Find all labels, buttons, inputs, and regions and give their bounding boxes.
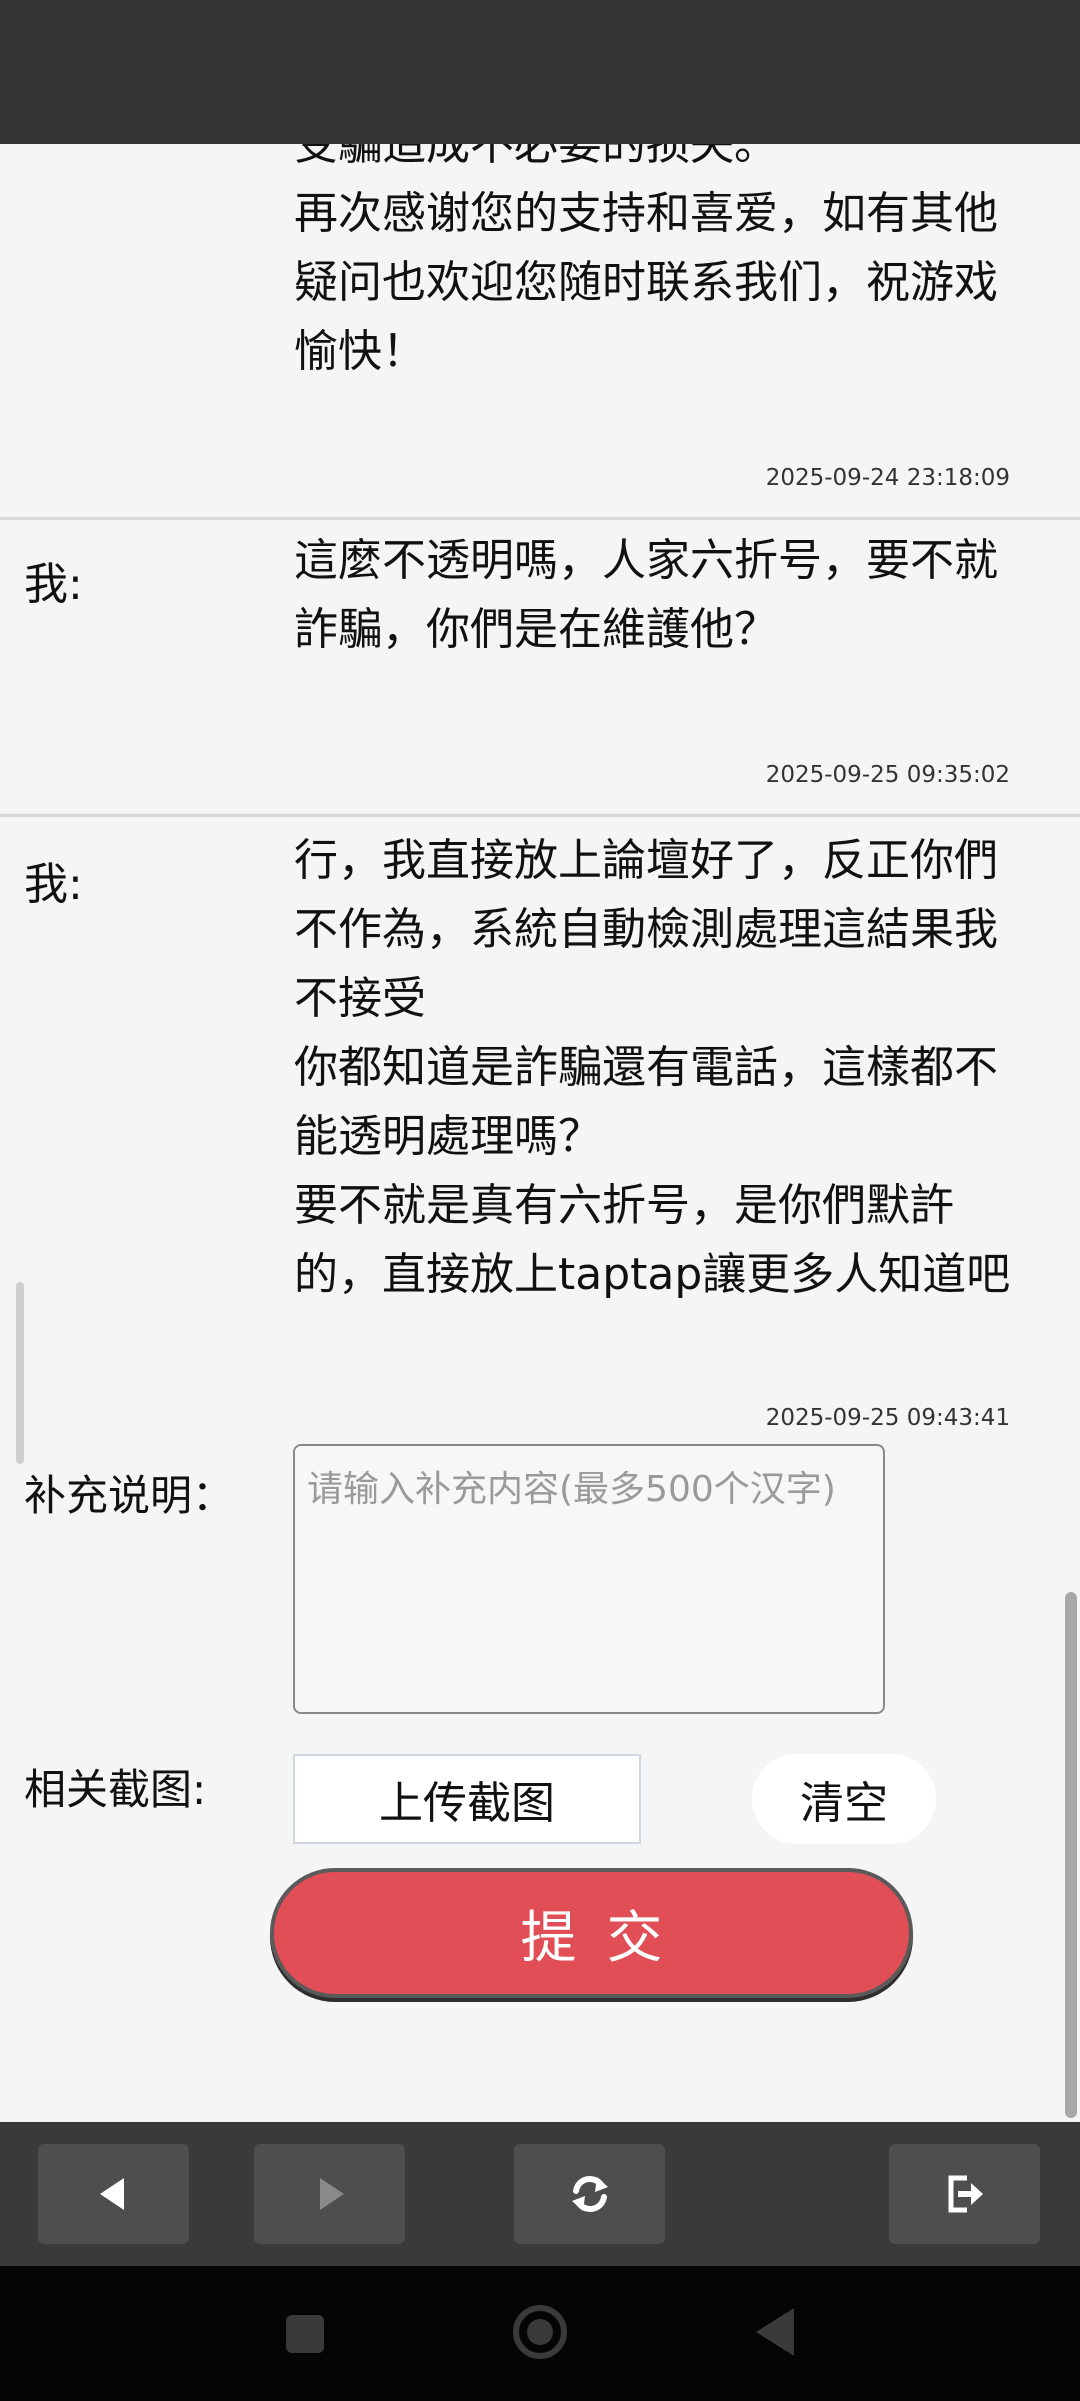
forward-arrow-icon bbox=[319, 2178, 344, 2210]
message-text: 行，我直接放上論壇好了，反正你們 不作為，系統自動檢測處理這結果我 不接受 你都… bbox=[294, 835, 1011, 1300]
back-button[interactable] bbox=[38, 2144, 189, 2244]
message-text: 再次感谢您的支持和喜爱，如有其他 疑问也欢迎您随时联系我们，祝游戏 愉快！ bbox=[294, 188, 998, 377]
supplement-label: 补充说明： bbox=[24, 1471, 235, 1520]
message-partial-line: 受騙造成不必要的损失。 bbox=[294, 144, 778, 170]
message-time: 2025-09-25 09:43:41 bbox=[765, 1405, 1010, 1431]
triangle-back-icon bbox=[756, 2308, 794, 2356]
message-sender: 我: bbox=[24, 559, 83, 610]
message-1: 受騙造成不必要的损失。 再次感谢您的支持和喜爱，如有其他 疑问也欢迎您随时联系我… bbox=[0, 144, 1080, 519]
system-back-button[interactable] bbox=[740, 2301, 810, 2363]
screenshot-label: 相关截图: bbox=[24, 1765, 207, 1814]
refresh-button[interactable] bbox=[514, 2144, 665, 2244]
message-3: 我: 行，我直接放上論壇好了，反正你們 不作為，系統自動檢測處理這結果我 不接受… bbox=[0, 817, 1080, 1447]
square-icon bbox=[286, 2315, 324, 2353]
supplement-textarea[interactable]: 请输入补充内容(最多500个汉字) bbox=[293, 1444, 885, 1714]
conversation-content[interactable]: 受騙造成不必要的损失。 再次感谢您的支持和喜爱，如有其他 疑问也欢迎您随时联系我… bbox=[0, 144, 1080, 2122]
recents-button[interactable] bbox=[270, 2304, 340, 2364]
status-bar bbox=[0, 0, 1080, 144]
exit-button[interactable] bbox=[889, 2144, 1040, 2244]
clear-button[interactable]: 清空 bbox=[752, 1754, 936, 1844]
bottom-toolbar bbox=[0, 2122, 1080, 2266]
forward-button[interactable] bbox=[254, 2144, 405, 2244]
message-2: 我: 這麼不透明嗎，人家六折号，要不就 詐騙，你們是在維護他？ 2025-09-… bbox=[0, 520, 1080, 816]
exit-icon bbox=[948, 2175, 983, 2213]
refresh-icon bbox=[571, 2175, 608, 2213]
message-time: 2025-09-24 23:18:09 bbox=[765, 465, 1010, 491]
page-scrollbar[interactable] bbox=[1065, 1592, 1077, 2118]
message-time: 2025-09-25 09:35:02 bbox=[765, 762, 1010, 788]
message-text: 這麼不透明嗎，人家六折号，要不就 詐騙，你們是在維護他？ bbox=[294, 535, 998, 655]
message-sender: 我: bbox=[24, 859, 83, 910]
home-button[interactable] bbox=[505, 2297, 575, 2367]
back-arrow-icon bbox=[99, 2178, 124, 2210]
inner-scrollbar[interactable] bbox=[16, 1282, 24, 1464]
submit-button[interactable]: 提交 bbox=[270, 1868, 913, 1998]
upload-screenshot-button[interactable]: 上传截图 bbox=[293, 1754, 641, 1844]
circle-icon bbox=[513, 2305, 567, 2359]
system-nav-bar bbox=[0, 2266, 1080, 2401]
